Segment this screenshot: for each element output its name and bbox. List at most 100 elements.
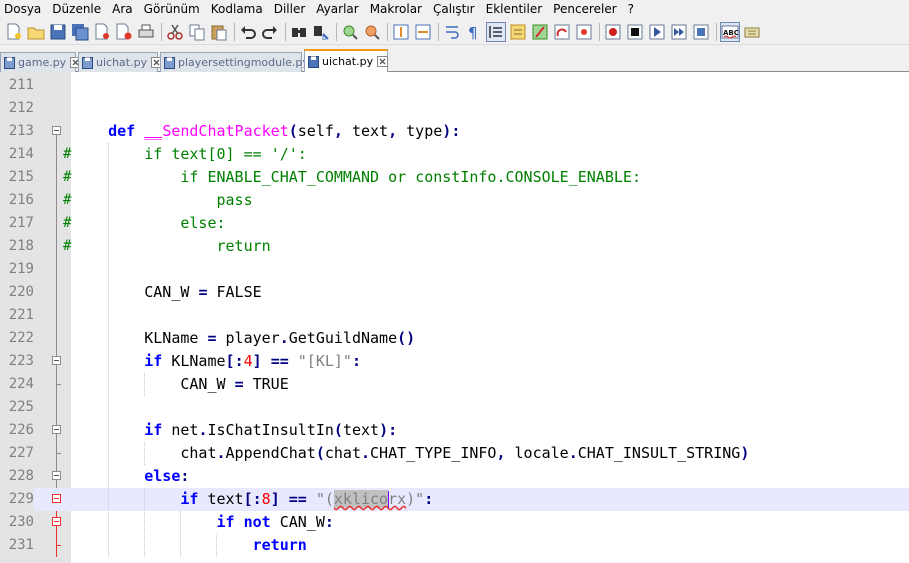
menu-item[interactable]: Diller: [270, 0, 313, 19]
code-line[interactable]: 215 # if ENABLE_CHAT_COMMAND or constInfo…: [0, 166, 909, 189]
toolbar-separator: [285, 22, 286, 41]
monitor-button[interactable]: [574, 22, 594, 42]
menu-item[interactable]: Eklentiler: [482, 0, 550, 19]
menu-item[interactable]: Kodlama: [207, 0, 270, 19]
cut-button[interactable]: [165, 22, 185, 42]
code-line[interactable]: 223 if KLName[:4] == "[KL]":: [0, 350, 909, 373]
sync-horizontal-button[interactable]: [413, 22, 433, 42]
spell-check-options-button[interactable]: [742, 22, 762, 42]
stop-macro-button[interactable]: [625, 22, 645, 42]
code-line[interactable]: 225: [0, 396, 909, 419]
fold-toggle-icon[interactable]: [52, 517, 61, 526]
paste-button[interactable]: [209, 22, 229, 42]
code-line[interactable]: 213 def __SendChatPacket(self, text, typ…: [0, 120, 909, 143]
sync-vertical-button[interactable]: [391, 22, 411, 42]
close-icon: [92, 22, 112, 42]
menu-item[interactable]: ?: [624, 0, 641, 19]
code-line[interactable]: 228 else:: [0, 465, 909, 488]
line-number: 214: [0, 143, 34, 166]
code-line[interactable]: 222 KLName = player.GetGuildName(): [0, 327, 909, 350]
sync-vertical-icon: [391, 22, 411, 42]
line-number: 223: [0, 350, 34, 373]
code-line[interactable]: 231 return: [0, 534, 909, 557]
menu-item[interactable]: Ayarlar: [312, 0, 365, 19]
code-line[interactable]: 216 # pass: [0, 189, 909, 212]
fold-toggle-icon[interactable]: [52, 471, 61, 480]
save-macro-button[interactable]: [691, 22, 711, 42]
record-macro-button[interactable]: [603, 22, 623, 42]
code-line[interactable]: 229 if text[:8] == "(xklicorx)":: [0, 488, 909, 511]
comment-marker: #: [63, 192, 72, 208]
code-line[interactable]: 224 CAN_W = TRUE: [0, 373, 909, 396]
menu-item[interactable]: Pencereler: [549, 0, 623, 19]
code-line[interactable]: 219: [0, 258, 909, 281]
indent-guide: [144, 442, 145, 465]
line-number: 213: [0, 120, 34, 143]
code-text: if text[:8] == "(xklicorx)":: [180, 490, 434, 508]
new-file-button[interactable]: [4, 22, 24, 42]
toolbar-separator: [161, 22, 162, 41]
play-macro-button[interactable]: [647, 22, 667, 42]
code-line[interactable]: 227 chat.AppendChat(chat.CHAT_TYPE_INFO,…: [0, 442, 909, 465]
save-all-button[interactable]: [70, 22, 90, 42]
tab-file[interactable]: uichat.py: [78, 52, 163, 72]
fold-toggle-icon[interactable]: [52, 494, 61, 503]
open-file-button[interactable]: [26, 22, 46, 42]
fold-end-tick: [56, 384, 61, 385]
close-button[interactable]: [92, 22, 112, 42]
fold-toggle-icon[interactable]: [52, 126, 61, 135]
spell-check-button[interactable]: ABC: [720, 21, 740, 42]
toolbar-separator: [599, 22, 600, 41]
tab-file[interactable]: uichat.py: [304, 49, 389, 72]
code-line[interactable]: 211: [0, 74, 909, 97]
save-button[interactable]: [48, 22, 68, 42]
menu-item[interactable]: Ara: [108, 0, 140, 19]
tab-file[interactable]: game.py: [0, 52, 82, 72]
undo-button[interactable]: [238, 22, 258, 42]
indent-guide: [144, 373, 145, 396]
menu-item[interactable]: Dosya: [0, 0, 48, 19]
menu-item[interactable]: Makrolar: [366, 0, 429, 19]
replace-button[interactable]: b: [311, 22, 331, 42]
menu-item[interactable]: Görünüm: [140, 0, 207, 19]
save-state-icon: [164, 56, 175, 69]
code-line[interactable]: 212: [0, 97, 909, 120]
code-text: if not CAN_W:: [216, 513, 334, 531]
code-editor[interactable]: 211 212 213 def __SendChatPacket(self, tex…: [0, 72, 909, 563]
function-list-button[interactable]: [530, 22, 550, 42]
code-line[interactable]: 218 # return: [0, 235, 909, 258]
tab-label: uichat.py: [96, 56, 148, 69]
code-line[interactable]: 220 CAN_W = FALSE: [0, 281, 909, 304]
show-all-chars-button[interactable]: ¶: [464, 22, 484, 42]
document-map-button[interactable]: [508, 22, 528, 42]
close-icon[interactable]: [377, 56, 389, 67]
tab-file[interactable]: playersettingmodule.py: [160, 52, 324, 72]
fold-toggle-icon[interactable]: [52, 425, 61, 434]
fold-toggle-icon[interactable]: [52, 356, 61, 365]
run-macro-multiple-button[interactable]: [669, 22, 689, 42]
line-number: 226: [0, 419, 34, 442]
tab-bar: game.py uichat.py playersettingmodule.py ui…: [0, 45, 909, 72]
menu-item[interactable]: Çalıştır: [429, 0, 482, 19]
indent-guide-button[interactable]: [486, 21, 506, 42]
toolbar-separator: [234, 22, 235, 41]
code-line[interactable]: 214 # if text[0] == '/':: [0, 143, 909, 166]
folder-workspace-button[interactable]: [552, 22, 572, 42]
word-wrap-button[interactable]: [442, 22, 462, 42]
zoom-in-button[interactable]: [340, 22, 360, 42]
redo-button[interactable]: [260, 22, 280, 42]
zoom-out-button[interactable]: [362, 22, 382, 42]
code-line[interactable]: 226 if net.IsChatInsultIn(text):: [0, 419, 909, 442]
code-line[interactable]: 217 # else:: [0, 212, 909, 235]
line-number: 225: [0, 396, 34, 419]
print-button[interactable]: [136, 22, 156, 42]
line-number: 227: [0, 442, 34, 465]
code-line[interactable]: 230 if not CAN_W:: [0, 511, 909, 534]
close-all-button[interactable]: [114, 22, 134, 42]
find-icon: [289, 22, 309, 42]
copy-button[interactable]: [187, 22, 207, 42]
spell-check-options-icon: [742, 22, 762, 42]
find-button[interactable]: [289, 22, 309, 42]
menu-item[interactable]: Düzenle: [48, 0, 108, 19]
code-line[interactable]: 221: [0, 304, 909, 327]
